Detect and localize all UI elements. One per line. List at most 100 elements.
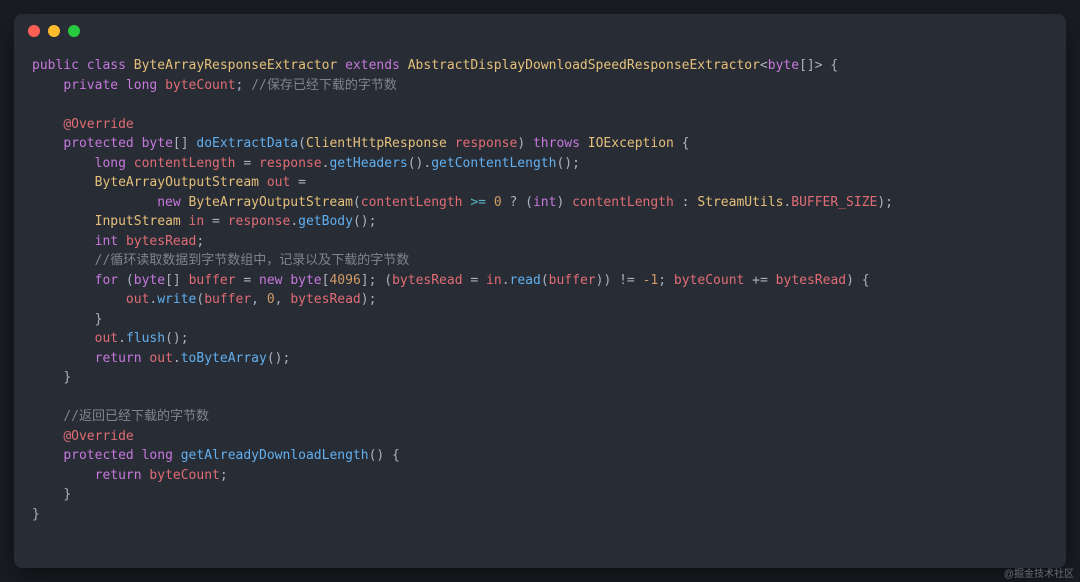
keyword: int (533, 195, 556, 210)
arg: buffer (204, 292, 251, 307)
punct: (); (353, 214, 376, 229)
keyword: byte (283, 273, 322, 288)
punct: (); (267, 351, 290, 366)
variable: out (267, 175, 290, 190)
number: 4096 (329, 273, 360, 288)
punct: < (760, 58, 768, 73)
punct: > (815, 58, 823, 73)
class-name: ByteArrayResponseExtractor (134, 58, 338, 73)
variable: response (228, 214, 291, 229)
type: StreamUtils (697, 195, 783, 210)
keyword: long (142, 448, 173, 463)
punct: . (118, 331, 126, 346)
keyword: protected (63, 136, 133, 151)
watermark: @掘金技术社区 (1004, 565, 1074, 580)
type: ByteArrayOutputStream (189, 195, 353, 210)
op: >= (463, 195, 494, 210)
punct: ); (361, 292, 377, 307)
keyword: byte (134, 273, 165, 288)
type: ClientHttpResponse (306, 136, 447, 151)
punct: ); (877, 195, 893, 210)
punct: . (173, 351, 181, 366)
punct: ? ( (502, 195, 533, 210)
type: ByteArrayOutputStream (95, 175, 259, 190)
constant: BUFFER_SIZE (791, 195, 877, 210)
method-call: getContentLength (431, 156, 556, 171)
brace: } (32, 507, 40, 522)
op: = (204, 214, 227, 229)
variable: bytesRead (392, 273, 462, 288)
param: response (455, 136, 518, 151)
type: InputStream (95, 214, 181, 229)
variable: in (486, 273, 502, 288)
keyword: byte (768, 58, 799, 73)
op: += (744, 273, 775, 288)
annotation: @Override (63, 117, 133, 132)
punct: ; (658, 273, 674, 288)
variable: byteCount (165, 78, 235, 93)
keyword: private (63, 78, 118, 93)
comment: //返回已经下载的字节数 (63, 409, 209, 424)
punct: ; (236, 78, 244, 93)
annotation: @Override (63, 429, 133, 444)
minimize-icon[interactable] (48, 25, 60, 37)
punct: ) { (846, 273, 869, 288)
close-icon[interactable] (28, 25, 40, 37)
keyword: public (32, 58, 79, 73)
punct: [] (799, 58, 815, 73)
class-name: AbstractDisplayDownloadSpeedResponseExtr… (408, 58, 760, 73)
variable: byteCount (149, 468, 219, 483)
variable: buffer (189, 273, 236, 288)
keyword: for (95, 273, 118, 288)
zoom-icon[interactable] (68, 25, 80, 37)
variable: contentLength (361, 195, 463, 210)
number: 0 (494, 195, 502, 210)
keyword: long (95, 156, 126, 171)
punct: ; (220, 468, 228, 483)
punct: { (823, 58, 839, 73)
method-call: read (510, 273, 541, 288)
keyword: int (95, 234, 118, 249)
punct: [] (173, 136, 189, 151)
op: = (463, 273, 486, 288)
op: = (236, 273, 259, 288)
variable: contentLength (134, 156, 236, 171)
punct: ; (196, 234, 204, 249)
method-call: flush (126, 331, 165, 346)
keyword: extends (345, 58, 400, 73)
punct: ( (541, 273, 549, 288)
method-name: doExtractData (196, 136, 298, 151)
punct: . (502, 273, 510, 288)
brace: } (63, 370, 71, 385)
keyword: long (126, 78, 157, 93)
keyword: protected (63, 448, 133, 463)
code-block: public class ByteArrayResponseExtractor … (14, 48, 1066, 542)
method-call: getHeaders (329, 156, 407, 171)
punct: [] (165, 273, 188, 288)
punct: { (384, 448, 400, 463)
comment: //循环读取数据到字节数组中，记录以及下载的字节数 (95, 253, 410, 268)
variable: in (189, 214, 205, 229)
method-call: getBody (298, 214, 353, 229)
punct: , (275, 292, 291, 307)
window-titlebar (14, 14, 1066, 48)
punct: )) != (596, 273, 643, 288)
punct: ( (353, 195, 361, 210)
variable: byteCount (674, 273, 744, 288)
punct: ( (118, 273, 134, 288)
keyword: byte (142, 136, 173, 151)
variable: out (126, 292, 149, 307)
punct: , (251, 292, 267, 307)
punct: (); (556, 156, 579, 171)
arg: buffer (549, 273, 596, 288)
keyword: throws (533, 136, 580, 151)
variable: bytesRead (126, 234, 196, 249)
variable: out (149, 351, 172, 366)
variable: out (95, 331, 118, 346)
variable: bytesRead (776, 273, 846, 288)
variable: response (259, 156, 322, 171)
keyword: return (95, 468, 142, 483)
method-call: write (157, 292, 196, 307)
op: = (290, 175, 306, 190)
keyword: new (157, 195, 180, 210)
